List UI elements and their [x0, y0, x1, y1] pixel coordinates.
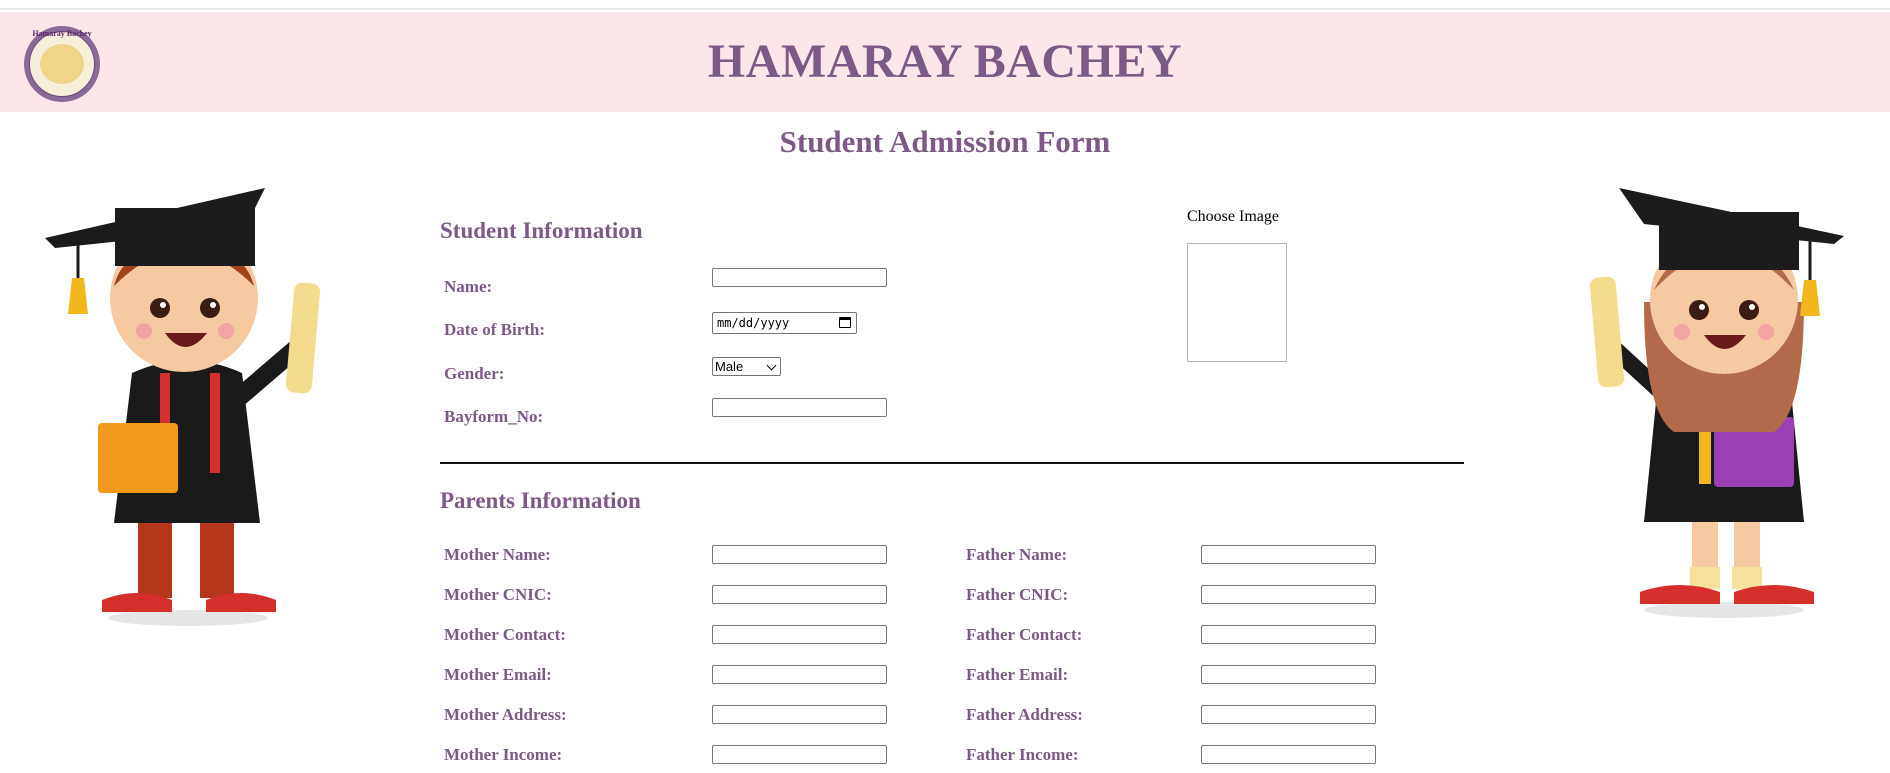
father-cnic-label: Father CNIC:: [966, 585, 1069, 604]
mother-income-input[interactable]: [712, 745, 887, 764]
dob-label: Date of Birth:: [444, 320, 546, 339]
father-email-input[interactable]: [1201, 665, 1376, 684]
mother-email-input[interactable]: [712, 665, 887, 684]
father-address-input[interactable]: [1201, 705, 1376, 724]
calendar-icon[interactable]: [839, 317, 851, 328]
graduate-girl-illustration: [1589, 188, 1844, 618]
gender-select[interactable]: Male: [712, 357, 781, 376]
dob-input[interactable]: mm/dd/yyyy: [712, 312, 857, 334]
mother-name-input[interactable]: [712, 545, 887, 564]
site-header: Hamaray Bachey HAMARAY BACHEY: [0, 12, 1890, 112]
form-title: Student Admission Form: [779, 124, 1111, 159]
top-border: [0, 8, 1890, 10]
parents-info-heading: Parents Information: [440, 488, 641, 513]
chevron-down-icon: [766, 360, 777, 371]
mother-cnic-input[interactable]: [712, 585, 887, 604]
choose-image-label: Choose Image: [1187, 208, 1279, 225]
name-label: Name:: [444, 277, 493, 296]
father-name-input[interactable]: [1201, 545, 1376, 564]
father-email-label: Father Email:: [966, 665, 1069, 684]
father-contact-input[interactable]: [1201, 625, 1376, 644]
site-title: HAMARAY BACHEY: [707, 35, 1183, 88]
student-info-heading: Student Information: [440, 218, 643, 243]
mother-address-input[interactable]: [712, 705, 887, 724]
father-contact-label: Father Contact:: [966, 625, 1083, 644]
gender-selected-value: Male: [715, 359, 744, 374]
father-income-label: Father Income:: [966, 745, 1079, 764]
student-name-input[interactable]: [712, 268, 887, 287]
mother-contact-input[interactable]: [712, 625, 887, 644]
mother-income-label: Mother Income:: [444, 745, 563, 764]
father-cnic-input[interactable]: [1201, 585, 1376, 604]
father-name-label: Father Name:: [966, 545, 1068, 564]
graduate-boy-illustration: [45, 188, 321, 626]
bayform-input[interactable]: [712, 398, 887, 417]
mother-name-label: Mother Name:: [444, 545, 551, 564]
gender-label: Gender:: [444, 364, 505, 383]
father-income-input[interactable]: [1201, 745, 1376, 764]
mother-cnic-label: Mother CNIC:: [444, 585, 552, 604]
mother-contact-label: Mother Contact:: [444, 625, 566, 644]
dob-placeholder: mm/dd/yyyy: [717, 316, 790, 330]
mother-email-label: Mother Email:: [444, 665, 552, 684]
section-divider: [440, 462, 1464, 464]
bayform-label: Bayform_No:: [444, 407, 544, 426]
image-upload-preview[interactable]: [1187, 243, 1287, 362]
mother-address-label: Mother Address:: [444, 705, 567, 724]
father-address-label: Father Address:: [966, 705, 1083, 724]
